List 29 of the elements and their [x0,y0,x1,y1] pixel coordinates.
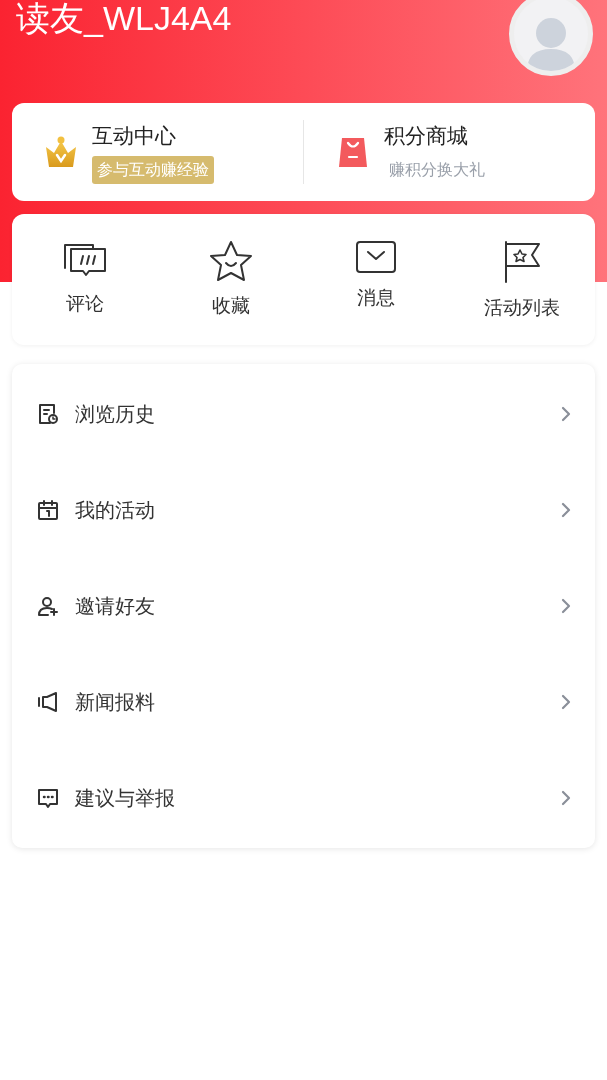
menu-item[interactable]: 浏览历史 [12,366,595,462]
document-clock-icon [37,403,59,425]
promo-tag: 参与互动赚经验 [92,155,214,184]
chevron-right-icon [561,598,571,614]
crown-icon [44,135,78,169]
star-icon [207,240,254,282]
shortcut-button[interactable]: 活动列表 [449,214,595,345]
shortcut-button[interactable]: 评论 [12,214,158,345]
shortcut-button[interactable]: 收藏 [157,214,304,345]
calendar-icon [37,499,59,521]
shortcut-button[interactable]: 消息 [303,214,450,345]
menu-item[interactable]: 新闻报料 [12,654,595,750]
shopping-bag-icon [336,135,370,169]
username: 读友_WLJ4A4 [16,0,232,38]
chevron-right-icon [561,502,571,518]
megaphone-icon [37,691,59,713]
promo-subtitle: 赚积分换大礼 [388,159,486,180]
promo-title[interactable]: 互动中心 [92,120,214,152]
menu-item[interactable]: 我的活动 [12,462,595,558]
promo-title[interactable]: 积分商城 [384,120,490,152]
flag-icon [502,240,543,284]
envelope-icon [355,240,398,274]
menu-item[interactable]: 邀请好友 [12,558,595,654]
chevron-right-icon [561,694,571,710]
message-dots-icon [37,787,59,809]
add-user-icon [37,595,59,617]
menu-item[interactable]: 建议与举报 [12,750,595,846]
chevron-right-icon [561,406,571,422]
chevron-right-icon [561,790,571,806]
